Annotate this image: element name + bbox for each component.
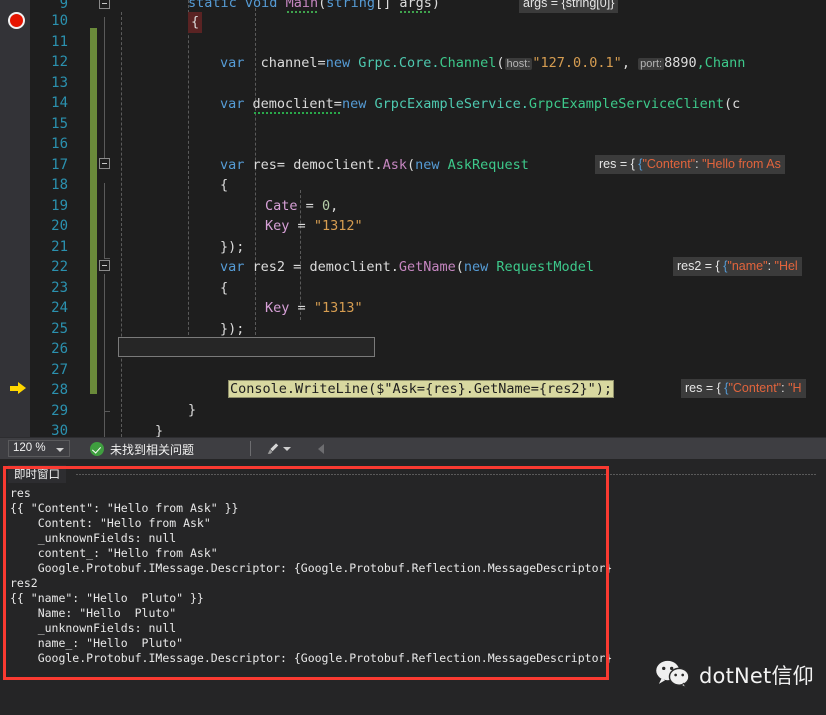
- watermark: dotNet信仰: [655, 658, 814, 692]
- line-number: 13: [51, 74, 68, 91]
- line-number: 21: [51, 238, 68, 255]
- code-line-10[interactable]: {: [188, 12, 203, 33]
- line-number: 12: [51, 54, 68, 70]
- code-line-29[interactable]: }: [188, 400, 196, 421]
- caret-left-icon[interactable]: [318, 444, 324, 454]
- wechat-icon: [656, 660, 690, 690]
- editor-status-bar: 120 % 未找到相关问题: [0, 437, 826, 460]
- fold-toggle-icon[interactable]: [99, 0, 110, 9]
- code-line-9[interactable]: static void Main(string[] args): [188, 0, 440, 14]
- line-number: 27: [51, 361, 68, 378]
- line-number: 15: [51, 115, 68, 132]
- code-text-area[interactable]: static void Main(string[] args) { var ch…: [110, 0, 826, 437]
- code-line-12[interactable]: var channel=new Grpc.Core.Channel(host: "…: [220, 53, 745, 75]
- code-line-19[interactable]: Cate = 0,: [265, 196, 338, 217]
- issues-status-text: 未找到相关问题: [110, 443, 195, 457]
- line-number: 16: [51, 136, 68, 152]
- selected-line-box[interactable]: [118, 337, 375, 357]
- code-line-14[interactable]: var democlient=new GrpcExampleService.Gr…: [220, 94, 740, 116]
- datatip-args[interactable]: args = {string[0]}: [519, 0, 619, 13]
- visual-studio-debug-window: 9 10 11 12 13 14 15 16 17 18 19 20 21 22…: [0, 0, 826, 715]
- tab-immediate-window[interactable]: 即时窗口: [8, 465, 66, 483]
- line-number: 10: [51, 13, 68, 29]
- fold-line: [104, 183, 105, 258]
- line-number: 24: [51, 300, 68, 316]
- code-line-22[interactable]: var res2 = democlient.GetName(new Reques…: [220, 257, 594, 278]
- line-number: 17: [51, 156, 68, 173]
- watermark-text: dotNet信仰: [699, 664, 814, 688]
- line-number: 14: [51, 95, 68, 111]
- line-number: 26: [51, 341, 68, 357]
- code-line-17[interactable]: var res= democlient.Ask(new AskRequest: [220, 155, 529, 176]
- breakpoint-margin[interactable]: [0, 0, 30, 437]
- line-number: 29: [51, 402, 68, 419]
- line-number: 22: [51, 259, 68, 275]
- line-number: 23: [51, 279, 68, 296]
- panel-tab-strip: 即时窗口: [4, 465, 822, 483]
- code-editor[interactable]: 9 10 11 12 13 14 15 16 17 18 19 20 21 22…: [0, 0, 826, 437]
- line-number: 19: [51, 197, 68, 214]
- tab-strip-rule: [76, 474, 816, 475]
- code-line-21[interactable]: });: [220, 237, 244, 258]
- datatip-res-exec[interactable]: res = { {"Content": "H: [681, 379, 806, 398]
- code-line-23[interactable]: {: [220, 278, 228, 299]
- fold-toggle-icon[interactable]: [99, 158, 110, 169]
- indent-guide: [188, 0, 189, 345]
- indent-guide: [121, 12, 122, 437]
- datatip-res[interactable]: res = { {"Content": "Hello from As: [595, 155, 785, 174]
- line-number-gutter: 9 10 11 12 13 14 15 16 17 18 19 20 21 22…: [30, 0, 98, 437]
- fold-line: [104, 274, 105, 437]
- line-number: 28: [51, 382, 68, 398]
- line-number: 25: [51, 320, 68, 337]
- line-number: 11: [51, 33, 68, 50]
- line-number: 20: [51, 218, 68, 234]
- line-number: 18: [51, 177, 68, 193]
- change-indicator-bar: [90, 28, 97, 394]
- fold-toggle-icon[interactable]: [99, 260, 110, 271]
- check-circle-icon: [90, 442, 104, 456]
- status-divider: [250, 441, 251, 456]
- code-line-28[interactable]: Console.WriteLine($"Ask={res}.GetName={r…: [228, 379, 615, 400]
- datatip-res2[interactable]: res2 = { {"name": "Hel: [673, 257, 802, 276]
- code-line-30[interactable]: }: [155, 421, 163, 437]
- breakpoint-icon[interactable]: [8, 12, 25, 29]
- chevron-down-icon[interactable]: [283, 447, 291, 451]
- code-line-24[interactable]: Key = "1313": [265, 298, 363, 319]
- line-number: 30: [51, 423, 68, 437]
- zoom-level-dropdown[interactable]: 120 %: [8, 440, 70, 457]
- brush-icon[interactable]: [266, 442, 280, 456]
- fold-line: [104, 17, 105, 167]
- chevron-down-icon: [56, 448, 64, 452]
- code-line-18[interactable]: {: [220, 175, 228, 196]
- zoom-level-value: 120 %: [13, 442, 46, 454]
- code-line-20[interactable]: Key = "1312": [265, 216, 363, 237]
